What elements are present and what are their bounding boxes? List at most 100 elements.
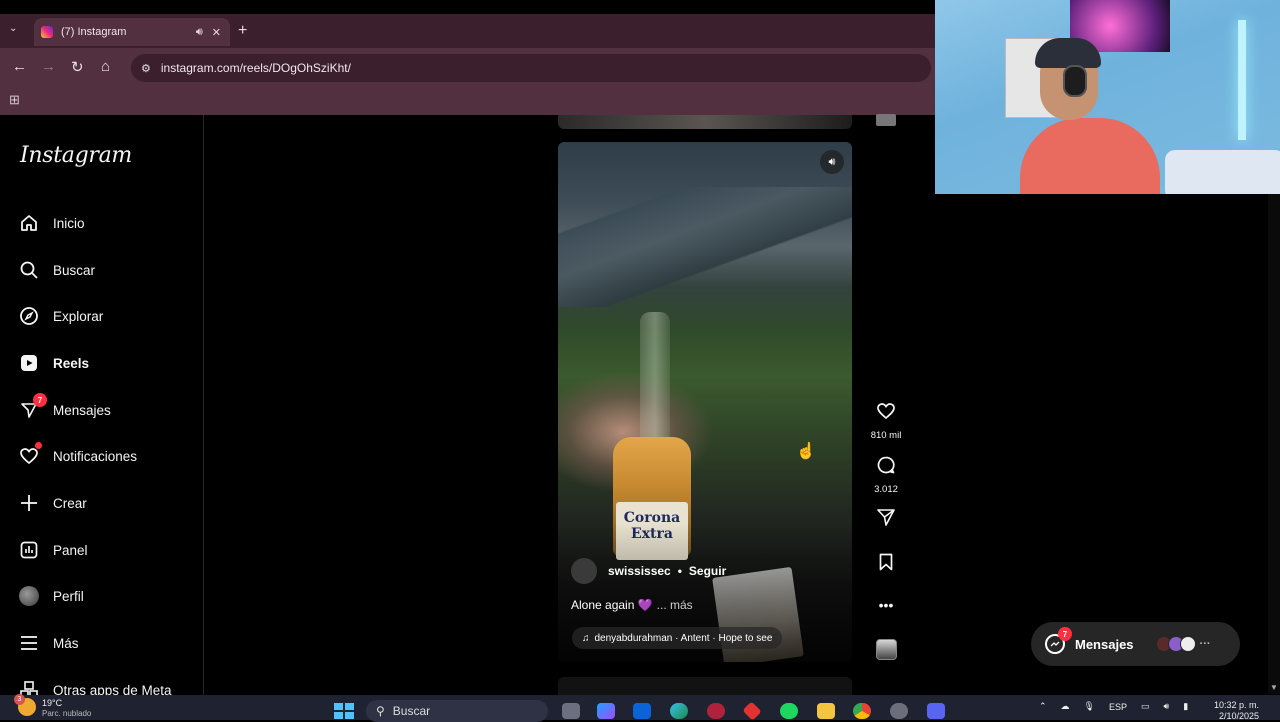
address-bar[interactable]: ⚙ instagram.com/reels/DOgOhSziKht/ xyxy=(131,54,931,82)
app-icon[interactable] xyxy=(890,703,908,719)
task-view-icon[interactable] xyxy=(562,703,580,719)
chrome-icon[interactable] xyxy=(853,703,871,719)
more-icon: ··· xyxy=(1199,638,1211,650)
scroll-down-icon[interactable]: ▼ xyxy=(1270,683,1278,692)
clock[interactable]: 10:32 p. m. 2/10/2025 xyxy=(1214,700,1259,722)
music-note-icon: ♫ xyxy=(582,632,590,644)
username[interactable]: swississec xyxy=(608,564,671,578)
weather-badge: 3 xyxy=(14,694,25,705)
new-tab-icon[interactable]: + xyxy=(238,22,247,40)
bookmarks-bar xyxy=(0,88,935,115)
more-link[interactable]: ... más xyxy=(657,598,693,612)
taskbar-search[interactable]: ⚲ Buscar xyxy=(366,700,548,722)
copilot-icon[interactable] xyxy=(597,703,615,719)
comment-icon[interactable] xyxy=(876,455,896,481)
outlook-icon[interactable] xyxy=(633,703,651,719)
bookmark-icon[interactable] xyxy=(876,552,896,578)
volume-icon[interactable]: 🔊︎ xyxy=(1164,701,1170,712)
sidebar-item-mensajes[interactable]: 7 Mensajes xyxy=(18,393,111,423)
more-icon[interactable]: ••• xyxy=(879,594,894,616)
search-icon xyxy=(18,259,40,281)
compass-icon xyxy=(18,305,40,327)
avatar[interactable] xyxy=(571,558,597,584)
home-icon xyxy=(18,212,40,234)
reload-icon[interactable]: ↻ xyxy=(71,58,84,76)
comment-action[interactable]: 3.012 xyxy=(866,455,906,495)
chevron-up-icon[interactable]: ⌃ xyxy=(1039,701,1047,712)
language-indicator[interactable]: ESP xyxy=(1109,702,1127,712)
discord-icon[interactable] xyxy=(927,703,945,719)
sidebar-item-label: Explorar xyxy=(53,308,104,324)
pointer-cursor-icon: ☝ xyxy=(796,443,816,460)
like-count: 810 mil xyxy=(870,430,902,441)
back-icon[interactable]: ← xyxy=(12,58,27,75)
reel-author: swississec • Seguir xyxy=(571,558,726,584)
sidebar-item-explorar[interactable]: Explorar xyxy=(18,303,103,329)
sidebar-item-mas[interactable]: Más xyxy=(18,630,79,656)
music-text: denyabdurahman · Antent · Hope to see xyxy=(594,632,773,644)
share-action[interactable] xyxy=(866,507,906,533)
sidebar-item-crear[interactable]: Crear xyxy=(18,490,87,516)
network-icon[interactable]: ▭ xyxy=(1141,701,1150,712)
conversation-avatars xyxy=(1155,636,1196,652)
home-icon[interactable]: ⌂ xyxy=(101,58,110,75)
video-bottle xyxy=(640,312,670,442)
webcam-overlay xyxy=(935,0,1280,194)
previous-reel-video[interactable] xyxy=(558,115,852,129)
volume-icon[interactable]: 🔊︎ xyxy=(820,150,844,174)
weather-condition: Parc. nublado xyxy=(42,709,92,718)
file-explorer-icon[interactable] xyxy=(817,703,835,719)
scrollbar[interactable] xyxy=(1268,194,1280,694)
instagram-favicon-icon xyxy=(41,26,53,38)
previous-audio-thumbnail[interactable] xyxy=(876,114,896,126)
sidebar-item-buscar[interactable]: Buscar xyxy=(18,257,95,283)
like-action[interactable]: 810 mil xyxy=(866,401,906,441)
next-reel-video[interactable] xyxy=(558,677,852,695)
site-info-icon[interactable]: ⚙ xyxy=(141,62,151,75)
sidebar-item-reels[interactable]: Reels xyxy=(18,350,89,376)
forward-icon[interactable]: → xyxy=(41,58,56,75)
notification-dot xyxy=(35,442,42,449)
sidebar-item-label: Más xyxy=(53,635,79,651)
reel-video[interactable]: Corona Extra xyxy=(558,142,852,662)
more-options-action[interactable]: ••• xyxy=(866,594,906,616)
messages-button[interactable]: 7 Mensajes ··· xyxy=(1031,622,1240,666)
notification-badge: 7 xyxy=(33,393,47,407)
sidebar-item-label: Notificaciones xyxy=(53,448,138,464)
sidebar-item-panel[interactable]: Panel xyxy=(18,537,88,563)
webcam-bed xyxy=(1165,150,1280,194)
temperature: 19°C xyxy=(42,698,63,708)
spotify-icon[interactable] xyxy=(780,703,798,719)
sidebar-item-label: Panel xyxy=(53,542,88,558)
windows-start-icon[interactable] xyxy=(334,703,354,719)
microphone-icon[interactable]: 🎙︎ xyxy=(1084,701,1095,712)
opera-icon[interactable] xyxy=(707,703,725,719)
system-tray: ⌃ ☁ 🎙︎ ESP ▭ 🔊︎ ▮ xyxy=(1032,701,1195,712)
sidebar-item-inicio[interactable]: Inicio xyxy=(18,210,85,236)
webcam-led-light xyxy=(1238,20,1246,140)
weather-widget[interactable]: 3 19°C Parc. nublado xyxy=(14,694,92,718)
sidebar-item-label: Inicio xyxy=(53,215,85,231)
tab-title: (7) Instagram xyxy=(61,26,127,38)
follow-button[interactable]: Seguir xyxy=(689,564,726,578)
edge-icon[interactable] xyxy=(670,703,688,719)
heart-icon[interactable] xyxy=(876,401,896,427)
url-text: instagram.com/reels/DOgOhSziKht/ xyxy=(160,61,351,75)
messenger-icon: 7 xyxy=(18,393,47,421)
cloud-icon[interactable]: ☁ xyxy=(1061,701,1070,712)
apps-icon[interactable]: ⊞ xyxy=(9,92,20,108)
battery-icon[interactable]: ▮ xyxy=(1183,701,1188,712)
send-icon[interactable] xyxy=(876,507,896,533)
sidebar-item-notificaciones[interactable]: Notificaciones xyxy=(18,442,138,469)
sidebar-item-label: Crear xyxy=(53,495,87,511)
audio-thumbnail[interactable] xyxy=(876,639,897,660)
tab-search-icon[interactable]: ⌄ xyxy=(9,23,17,34)
audio-icon[interactable]: 🔊︎ xyxy=(196,26,203,39)
music-tag[interactable]: ♫ denyabdurahman · Antent · Hope to see xyxy=(572,627,783,649)
save-action[interactable] xyxy=(866,552,906,578)
browser-tab[interactable]: (7) Instagram 🔊︎ ✕ xyxy=(34,18,230,46)
sidebar-item-perfil[interactable]: Perfil xyxy=(18,583,84,609)
instagram-logo[interactable]: Instagram xyxy=(20,143,132,168)
webcam-cap xyxy=(1035,38,1101,68)
close-icon[interactable]: ✕ xyxy=(212,26,221,39)
